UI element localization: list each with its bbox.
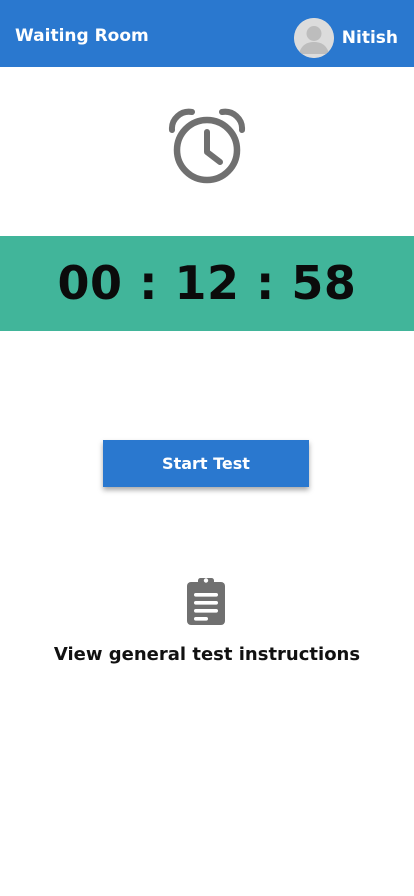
user-avatar-icon[interactable] — [293, 18, 334, 58]
clipboard-list-icon[interactable] — [186, 576, 226, 626]
alarm-clock-icon — [168, 108, 246, 186]
app-bar: Waiting Room Nitish — [0, 0, 414, 67]
user-profile[interactable]: Nitish — [293, 18, 398, 58]
page-title: Waiting Room — [15, 26, 149, 46]
countdown-band: 00 : 12 : 58 — [0, 236, 414, 331]
waiting-room-screen: Waiting Room Nitish 00 : 12 : 58 Start T… — [0, 0, 414, 896]
countdown-timer: 00 : 12 : 58 — [57, 256, 357, 310]
user-name: Nitish — [341, 28, 398, 48]
view-instructions-link[interactable]: View general test instructions — [0, 642, 414, 668]
start-test-button[interactable]: Start Test — [103, 440, 309, 487]
